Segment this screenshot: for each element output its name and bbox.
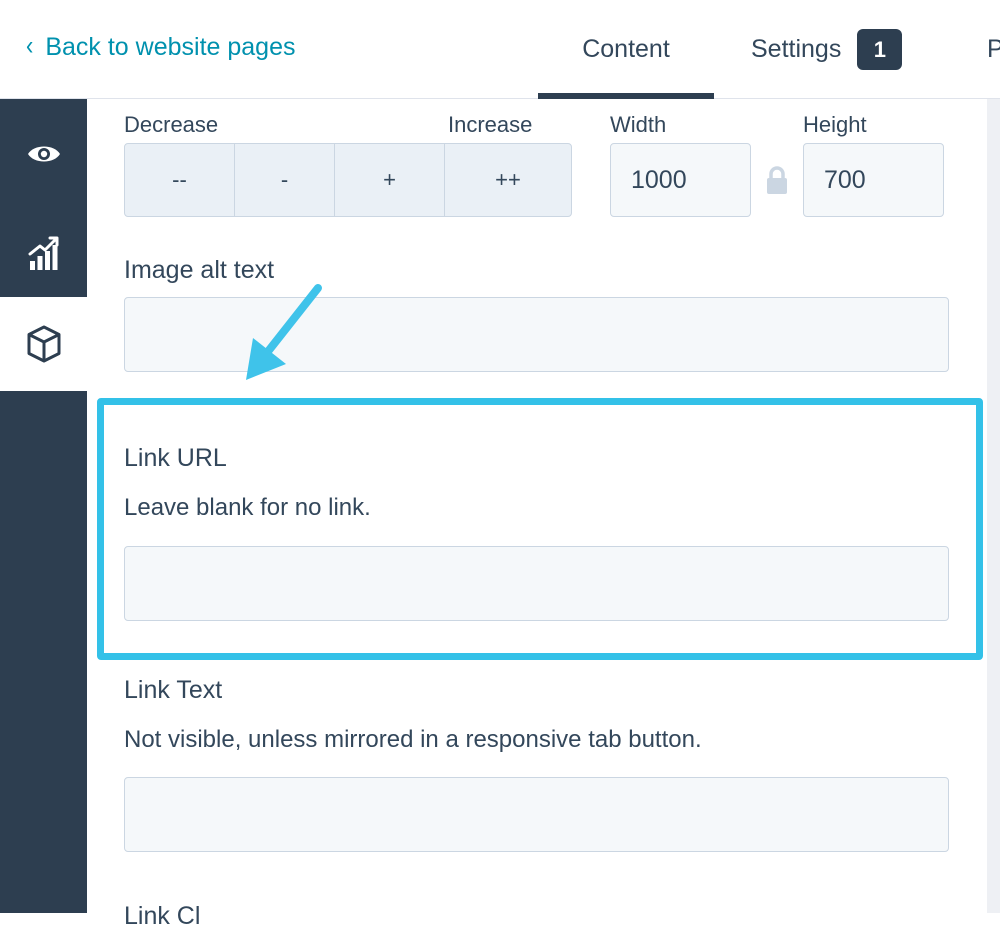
annotation-arrow-icon bbox=[246, 284, 322, 380]
tab-next-label: P bbox=[987, 35, 1000, 63]
link-url-input[interactable] bbox=[124, 546, 949, 621]
width-label: Width bbox=[610, 112, 667, 137]
link-text-input[interactable] bbox=[124, 777, 949, 852]
increase-large-button[interactable]: ++ bbox=[445, 144, 571, 216]
link-url-help-text: Leave blank for no link. bbox=[124, 494, 371, 521]
sidebar-item-optimize[interactable] bbox=[0, 209, 87, 297]
width-input[interactable] bbox=[610, 143, 751, 217]
tab-settings[interactable]: Settings 1 bbox=[751, 0, 903, 99]
settings-count-badge: 1 bbox=[857, 29, 903, 70]
size-stepper: -- - + ++ bbox=[124, 143, 572, 217]
height-input[interactable] bbox=[803, 143, 944, 217]
next-field-label: Link Cl bbox=[124, 902, 201, 930]
tab-content[interactable]: Content bbox=[538, 0, 714, 99]
tab-settings-label: Settings bbox=[751, 35, 842, 63]
link-text-label: Link Text bbox=[124, 676, 223, 704]
link-url-label: Link URL bbox=[124, 444, 227, 472]
tab-content-label: Content bbox=[582, 35, 670, 63]
left-sidebar bbox=[0, 99, 87, 913]
sidebar-item-preview[interactable] bbox=[0, 99, 87, 209]
cube-icon bbox=[27, 325, 60, 363]
back-to-website-pages-link[interactable]: ‹ Back to website pages bbox=[26, 30, 295, 64]
chart-icon bbox=[28, 236, 58, 270]
decrease-large-button[interactable]: -- bbox=[125, 144, 235, 216]
lock-icon[interactable] bbox=[765, 165, 789, 195]
tab-next-truncated[interactable]: P bbox=[987, 0, 1000, 99]
link-text-help-text: Not visible, unless mirrored in a respon… bbox=[124, 726, 702, 753]
height-label: Height bbox=[803, 112, 867, 137]
back-link-label: Back to website pages bbox=[45, 32, 296, 61]
chevron-left-icon: ‹ bbox=[26, 30, 34, 61]
top-header: ‹ Back to website pages Content Settings… bbox=[0, 0, 1000, 99]
scrollbar-track[interactable] bbox=[987, 99, 1000, 913]
image-alt-text-label: Image alt text bbox=[124, 256, 275, 284]
increase-button[interactable]: + bbox=[335, 144, 445, 216]
decrease-button[interactable]: - bbox=[235, 144, 335, 216]
decrease-label: Decrease bbox=[124, 112, 219, 137]
eye-icon bbox=[27, 146, 60, 162]
increase-label: Increase bbox=[448, 112, 533, 137]
sidebar-item-modules[interactable] bbox=[0, 297, 87, 391]
